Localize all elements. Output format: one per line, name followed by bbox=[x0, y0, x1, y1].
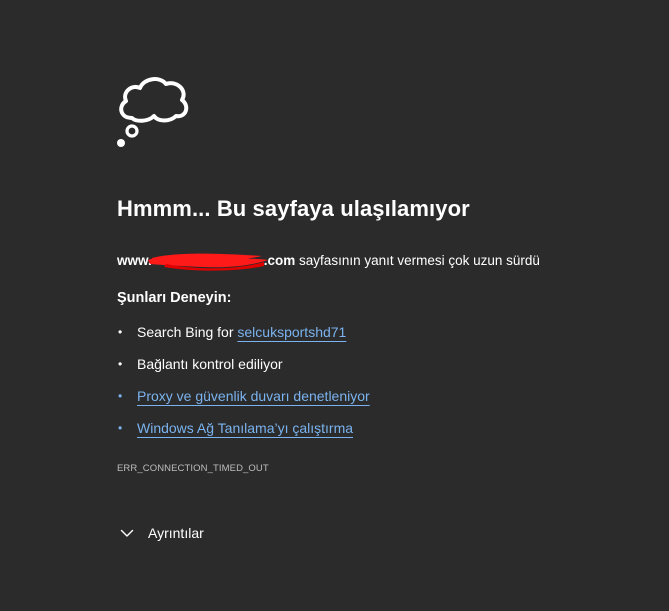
error-message: www. .com sayfasının yanıt vermesi çok uz… bbox=[117, 252, 540, 271]
details-label: Ayrıntılar bbox=[148, 525, 204, 541]
chevron-down-icon bbox=[120, 529, 134, 537]
cloud-thought-icon bbox=[117, 77, 189, 147]
error-page: Hmmm... Bu sayfaya ulaşılamıyor www. .com… bbox=[0, 0, 669, 611]
details-button[interactable]: Ayrıntılar bbox=[117, 522, 204, 544]
check-proxy-firewall-link[interactable]: Proxy ve güvenlik duvarı denetleniyor bbox=[137, 388, 370, 404]
suggestion-prefix: Search Bing for bbox=[137, 324, 238, 340]
error-code: ERR_CONNECTION_TIMED_OUT bbox=[117, 463, 269, 474]
suggestion-check-proxy: • Proxy ve güvenlik duvarı denetleniyor bbox=[117, 386, 370, 418]
page-title: Hmmm... Bu sayfaya ulaşılamıyor bbox=[117, 196, 470, 221]
try-heading: Şunları Deneyin: bbox=[117, 290, 232, 306]
suggestion-check-connection: • Bağlantı kontrol ediliyor bbox=[117, 354, 370, 386]
suggestion-list: • Search Bing for selcuksportshd71 • Bağ… bbox=[117, 322, 370, 450]
suggestion-bing-search: • Search Bing for selcuksportshd71 bbox=[117, 322, 370, 354]
bullet-icon: • bbox=[118, 421, 123, 435]
message-text: sayfasının yanıt vermesi çok uzun sürdü bbox=[299, 253, 540, 268]
bing-search-link[interactable]: selcuksportshd71 bbox=[237, 324, 346, 340]
network-diagnostics-link[interactable]: Windows Ağ Tanılama’yı çalıştırma bbox=[137, 420, 353, 436]
redaction-mark bbox=[147, 252, 268, 271]
suggestion-network-diagnostics: • Windows Ağ Tanılama’yı çalıştırma bbox=[117, 418, 370, 450]
suggestion-text: Bağlantı kontrol ediliyor bbox=[137, 356, 283, 372]
bullet-icon: • bbox=[118, 325, 123, 339]
bullet-icon: • bbox=[118, 389, 123, 403]
bullet-icon: • bbox=[118, 357, 123, 371]
